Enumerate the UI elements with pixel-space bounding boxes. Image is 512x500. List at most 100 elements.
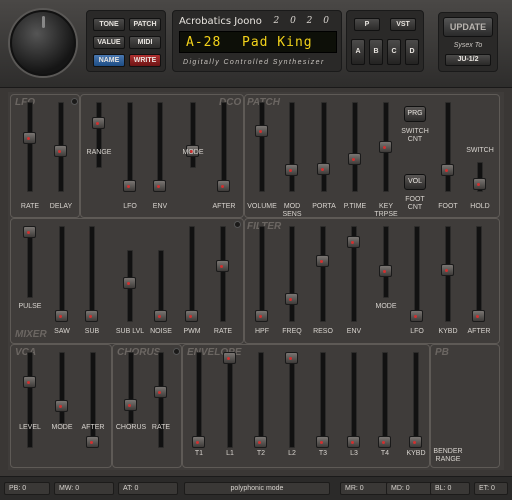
- slider-label: PULSE: [18, 303, 42, 310]
- slider-track[interactable]: [383, 226, 389, 298]
- slider-track[interactable]: [258, 352, 264, 448]
- slider-track[interactable]: [321, 102, 327, 192]
- slider-thumb[interactable]: [154, 386, 167, 398]
- slider-thumb[interactable]: [347, 236, 360, 248]
- value-button[interactable]: VALUE: [93, 36, 125, 49]
- slider-thumb[interactable]: [379, 141, 392, 153]
- bank-d-button[interactable]: D: [405, 39, 419, 65]
- slider-thumb[interactable]: [441, 264, 454, 276]
- name-button[interactable]: NAME: [93, 54, 125, 67]
- slider-track[interactable]: [27, 352, 33, 448]
- slider-thumb[interactable]: [409, 436, 422, 448]
- slider-track[interactable]: [414, 226, 420, 322]
- slider-thumb[interactable]: [316, 255, 329, 267]
- slider-track[interactable]: [382, 352, 388, 448]
- slider-thumb[interactable]: [23, 226, 36, 238]
- slider-thumb[interactable]: [55, 310, 68, 322]
- slider-thumb[interactable]: [378, 436, 391, 448]
- slider-thumb[interactable]: [86, 436, 99, 448]
- slider-track[interactable]: [259, 102, 265, 192]
- bank-c-button[interactable]: C: [387, 39, 401, 65]
- slider-thumb[interactable]: [55, 400, 68, 412]
- slider-thumb[interactable]: [23, 132, 36, 144]
- prg-button[interactable]: PRG: [404, 106, 426, 122]
- slider-label: MODE: [375, 303, 397, 310]
- slider-track[interactable]: [220, 226, 226, 322]
- vol-button[interactable]: VOL: [404, 174, 426, 190]
- lfo-section: LFO: [10, 94, 80, 218]
- slider-track[interactable]: [289, 226, 295, 322]
- slider-track[interactable]: [59, 226, 65, 322]
- slider-thumb[interactable]: [316, 436, 329, 448]
- slider-thumb[interactable]: [254, 436, 267, 448]
- slider-track[interactable]: [227, 352, 233, 448]
- slider-thumb[interactable]: [223, 352, 236, 364]
- slider-track[interactable]: [445, 102, 451, 192]
- write-button[interactable]: WRITE: [129, 54, 161, 67]
- bank-button-group: P VST A B C D: [346, 10, 424, 72]
- slider-thumb[interactable]: [379, 265, 392, 277]
- slider-track[interactable]: [196, 352, 202, 448]
- slider-thumb[interactable]: [441, 164, 454, 176]
- slider-track[interactable]: [351, 352, 357, 448]
- slider-thumb[interactable]: [192, 436, 205, 448]
- slider-thumb[interactable]: [285, 352, 298, 364]
- slider-track[interactable]: [289, 352, 295, 448]
- switch-label: SWITCH: [466, 147, 494, 154]
- slider-thumb[interactable]: [85, 310, 98, 322]
- slider-track[interactable]: [413, 352, 419, 448]
- slider-thumb[interactable]: [92, 117, 105, 129]
- slider-track[interactable]: [320, 352, 326, 448]
- volume-knob[interactable]: [10, 10, 76, 76]
- slider-thumb[interactable]: [123, 277, 136, 289]
- slider-track[interactable]: [89, 226, 95, 322]
- slider-track[interactable]: [352, 102, 358, 192]
- slider-thumb[interactable]: [124, 399, 137, 411]
- slider-thumb[interactable]: [348, 153, 361, 165]
- slider-thumb[interactable]: [347, 436, 360, 448]
- slider-track[interactable]: [476, 226, 482, 322]
- slider-track[interactable]: [189, 226, 195, 322]
- slider-track[interactable]: [320, 226, 326, 322]
- slider-thumb[interactable]: [54, 145, 67, 157]
- bank-a-button[interactable]: A: [351, 39, 365, 65]
- slider-thumb[interactable]: [473, 178, 486, 190]
- bank-b-button[interactable]: B: [369, 39, 383, 65]
- lfo-led: [71, 98, 78, 105]
- slider-thumb[interactable]: [472, 310, 485, 322]
- slider-label: RANGE: [86, 149, 112, 156]
- slider-track[interactable]: [96, 102, 102, 168]
- slider-track[interactable]: [127, 102, 133, 192]
- slider-track[interactable]: [158, 352, 164, 448]
- slider-thumb[interactable]: [317, 163, 330, 175]
- slider-thumb[interactable]: [185, 310, 198, 322]
- slider-track[interactable]: [289, 102, 295, 192]
- slider-thumb[interactable]: [255, 310, 268, 322]
- sysex-target-button[interactable]: JU-1/2: [445, 54, 491, 66]
- slider-thumb[interactable]: [217, 180, 230, 192]
- update-button[interactable]: UPDATE: [443, 17, 493, 37]
- p-button[interactable]: P: [354, 18, 380, 31]
- slider-label: ENV: [152, 203, 168, 210]
- slider-thumb[interactable]: [285, 293, 298, 305]
- slider-thumb[interactable]: [153, 180, 166, 192]
- slider-thumb[interactable]: [154, 310, 167, 322]
- tone-button[interactable]: TONE: [93, 18, 125, 31]
- slider-track[interactable]: [190, 102, 196, 168]
- slider-thumb[interactable]: [123, 180, 136, 192]
- slider-thumb[interactable]: [410, 310, 423, 322]
- slider-thumb[interactable]: [285, 164, 298, 176]
- slider-track[interactable]: [27, 102, 33, 192]
- slider-track[interactable]: [221, 102, 227, 192]
- slider-track[interactable]: [59, 352, 65, 424]
- slider-track[interactable]: [90, 352, 96, 448]
- patch-button[interactable]: PATCH: [129, 18, 161, 31]
- slider-thumb[interactable]: [23, 376, 36, 388]
- slider-thumb[interactable]: [255, 125, 268, 137]
- slider-track[interactable]: [259, 226, 265, 322]
- slider-track[interactable]: [157, 102, 163, 192]
- vst-button[interactable]: VST: [390, 18, 416, 31]
- midi-button[interactable]: MIDI: [129, 36, 161, 49]
- slider-track[interactable]: [128, 352, 134, 424]
- slider-thumb[interactable]: [216, 260, 229, 272]
